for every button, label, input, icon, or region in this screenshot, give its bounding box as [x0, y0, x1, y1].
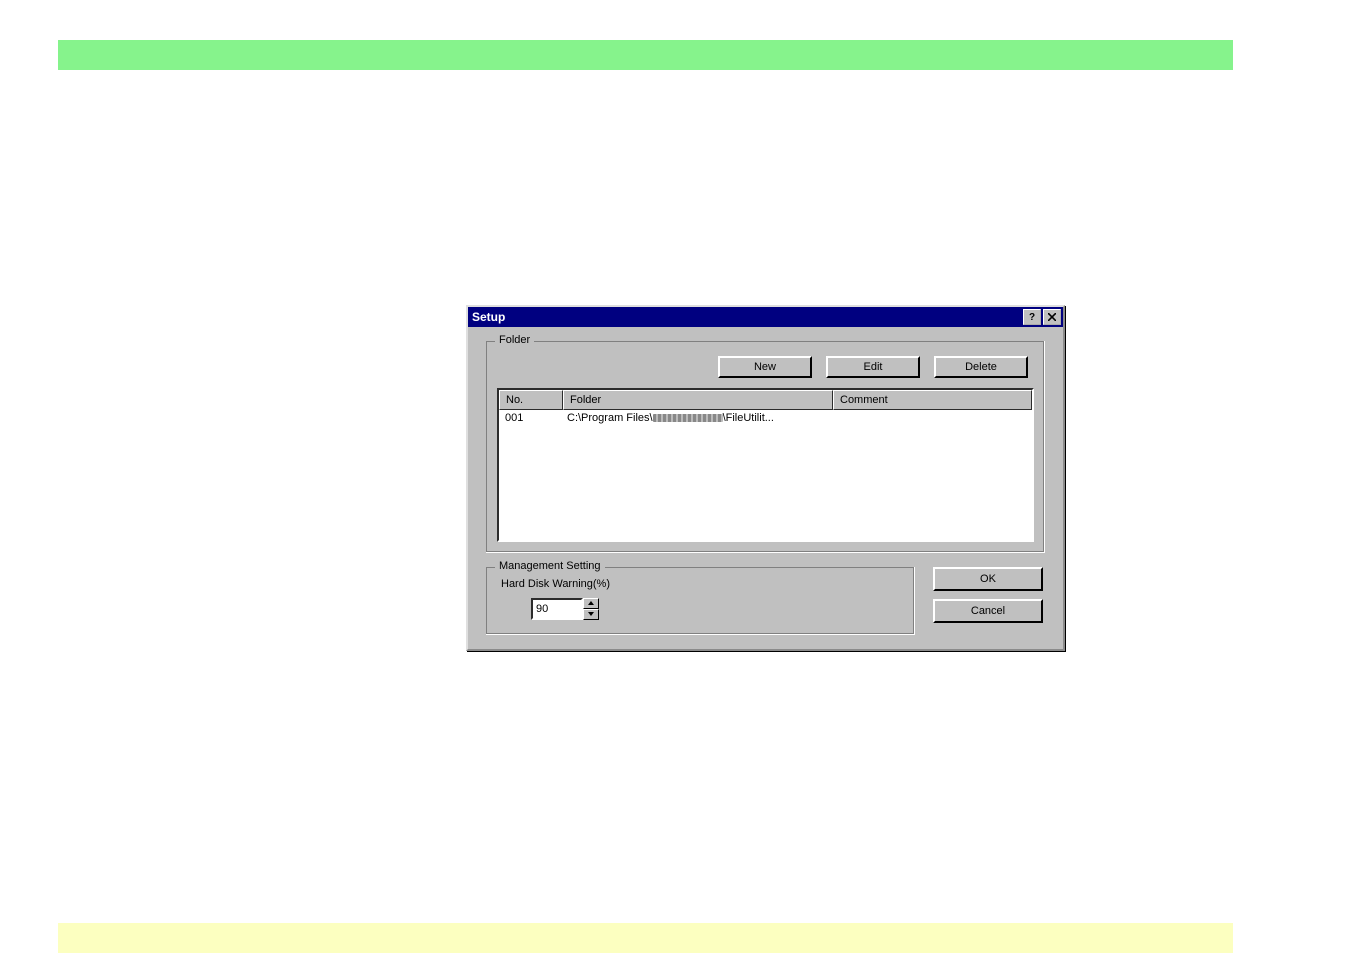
- col-header-comment[interactable]: Comment: [833, 390, 1032, 410]
- spinner-buttons: [583, 598, 599, 620]
- cell-folder-prefix: C:\Program Files\: [567, 412, 653, 424]
- hd-warning-label: Hard Disk Warning(%): [501, 578, 904, 590]
- titlebar: Setup ?: [468, 307, 1063, 327]
- cancel-button[interactable]: Cancel: [933, 599, 1043, 623]
- footer-bar: [58, 923, 1233, 953]
- bottom-row: Management Setting Hard Disk Warning(%): [486, 567, 1045, 635]
- folder-group: Folder New Edit Delete No. Folder Commen…: [486, 341, 1045, 553]
- management-group: Management Setting Hard Disk Warning(%): [486, 567, 915, 635]
- cell-folder-suffix: \FileUtilit...: [723, 412, 774, 424]
- header-bar: [58, 40, 1233, 70]
- dialog-body: Folder New Edit Delete No. Folder Commen…: [468, 327, 1063, 649]
- titlebar-buttons: ?: [1021, 309, 1061, 325]
- close-icon: [1048, 313, 1056, 321]
- spinner-down-button[interactable]: [583, 609, 599, 620]
- delete-button[interactable]: Delete: [934, 356, 1028, 378]
- dialog-title: Setup: [472, 310, 505, 324]
- col-header-folder[interactable]: Folder: [563, 390, 833, 410]
- col-header-no[interactable]: No.: [499, 390, 563, 410]
- management-group-label: Management Setting: [495, 560, 605, 572]
- folder-group-label: Folder: [495, 334, 534, 346]
- cell-folder: C:\Program Files\ \FileUtilit...: [561, 410, 829, 426]
- folder-button-row: New Edit Delete: [497, 352, 1034, 388]
- cell-comment: [829, 410, 1032, 426]
- spinner-up-button[interactable]: [583, 598, 599, 609]
- chevron-down-icon: [587, 611, 595, 617]
- folder-listview[interactable]: No. Folder Comment 001 C:\Program Files\…: [497, 388, 1034, 542]
- management-left: Hard Disk Warning(%): [497, 578, 904, 620]
- chevron-up-icon: [587, 600, 595, 606]
- ok-button[interactable]: OK: [933, 567, 1043, 591]
- new-button[interactable]: New: [718, 356, 812, 378]
- table-row[interactable]: 001 C:\Program Files\ \FileUtilit...: [499, 410, 1032, 426]
- hd-warning-input[interactable]: [531, 598, 583, 620]
- close-button[interactable]: [1043, 309, 1061, 325]
- redacted-segment: [653, 414, 723, 422]
- help-button[interactable]: ?: [1023, 309, 1041, 325]
- right-button-column: OK Cancel: [933, 567, 1043, 623]
- listview-header: No. Folder Comment: [499, 390, 1032, 410]
- cell-no: 001: [499, 410, 561, 426]
- setup-dialog: Setup ? Folder New Edit Delete No.: [466, 305, 1065, 651]
- edit-button[interactable]: Edit: [826, 356, 920, 378]
- hd-warning-spinner: [531, 598, 904, 620]
